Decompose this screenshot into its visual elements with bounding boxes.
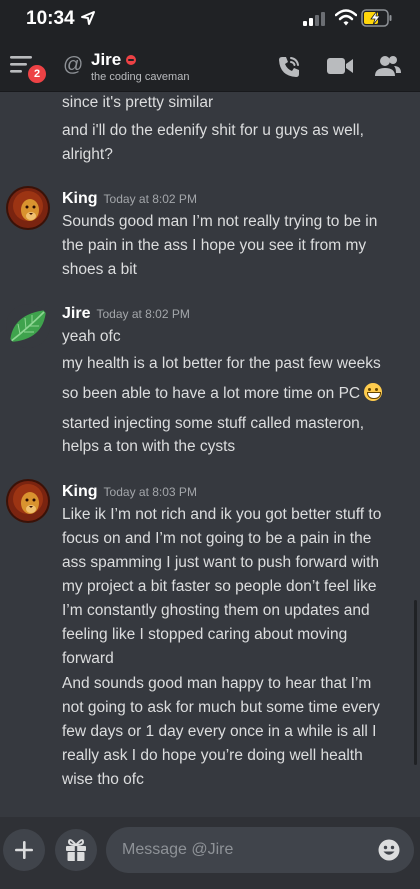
message-line: not going to ask for much but some time … <box>62 699 380 716</box>
author-name: Jire <box>62 305 91 322</box>
avatar[interactable] <box>6 479 50 523</box>
message-line: focus on and I’m not going to be a pain … <box>62 530 372 547</box>
attach-button[interactable] <box>3 829 45 871</box>
message-author[interactable]: King Today at 8:03 PM <box>62 483 197 501</box>
message-list[interactable]: since it's pretty similar and i'll do th… <box>0 92 420 817</box>
message-line: Like ik I’m not rich and ik you got bett… <box>62 506 382 523</box>
phone-call-icon[interactable] <box>276 54 302 80</box>
plus-icon <box>15 841 33 859</box>
lion-avatar-icon <box>6 479 50 523</box>
message-line: and i'll do the edenify shit for u guys … <box>62 122 364 139</box>
message-line: wise tho ofc <box>62 771 144 788</box>
message-author[interactable]: Jire Today at 8:02 PM <box>62 305 190 323</box>
status-bar: 10:34 <box>0 0 420 40</box>
message-line: And sounds good man happy to hear that I… <box>62 675 372 692</box>
message-line: helps a ton with the cysts <box>62 438 236 455</box>
dnd-status-indicator <box>126 55 136 65</box>
message-line: I’m constantly ghosting them on updates … <box>62 602 370 619</box>
avatar[interactable] <box>6 186 50 230</box>
message-line: my health is a lot better for the past f… <box>62 355 381 372</box>
message-timestamp: Today at 8:02 PM <box>103 192 197 206</box>
message-line: started injecting some stuff called mast… <box>62 415 365 432</box>
message-line: so been able to have a lot more time on … <box>62 382 383 406</box>
message-line: really ask I do hope you’re doing well h… <box>62 747 363 764</box>
channel-header: 2 @ Jire the coding caveman <box>0 40 420 92</box>
at-icon: @ <box>63 54 84 76</box>
leaf-avatar-icon <box>6 304 50 348</box>
message-line: few days or 1 day every once in a while … <box>62 723 377 740</box>
message-line: feeling like I stopped caring about movi… <box>62 626 348 643</box>
message-input[interactable]: Message @Jire <box>106 827 414 873</box>
message-input-placeholder: Message @Jire <box>122 841 234 858</box>
battery-charging-icon <box>361 9 392 27</box>
message-line: my project a bit faster so people don’t … <box>62 578 377 595</box>
cellular-signal-icon <box>303 12 325 26</box>
message-author[interactable]: King Today at 8:02 PM <box>62 190 197 208</box>
recipient-custom-status: the coding caveman <box>91 71 190 83</box>
avatar[interactable] <box>6 304 50 348</box>
wifi-icon <box>335 9 357 26</box>
message-line: shoes a bit <box>62 261 137 278</box>
location-arrow-icon <box>81 11 95 25</box>
status-time: 10:34 <box>26 8 75 29</box>
video-camera-icon[interactable] <box>326 56 354 76</box>
grinning-emoji-icon <box>364 383 383 401</box>
emoji-icon[interactable] <box>378 839 400 861</box>
composer-bar: Message @Jire <box>0 817 420 889</box>
unread-badge: 2 <box>26 63 48 85</box>
message-line: ass spamming I just want to push forward… <box>62 554 380 571</box>
message-timestamp: Today at 8:03 PM <box>103 485 197 499</box>
scrollbar[interactable] <box>414 600 417 765</box>
message-line: alright? <box>62 146 113 163</box>
author-name: King <box>62 483 98 500</box>
message-line: Sounds good man I’m not really trying to… <box>62 213 378 230</box>
author-name: King <box>62 190 98 207</box>
lion-avatar-icon <box>6 186 50 230</box>
message-line: forward <box>62 650 114 667</box>
message-timestamp: Today at 8:02 PM <box>96 307 190 321</box>
message-line: since it's pretty similar <box>62 94 214 111</box>
recipient-name[interactable]: Jire <box>91 50 121 70</box>
message-line: the pain in the ass I hope you see it fr… <box>62 237 367 254</box>
gift-icon <box>66 839 86 861</box>
message-text: so been able to have a lot more time on … <box>62 385 361 402</box>
members-icon[interactable] <box>374 54 402 80</box>
message-line: yeah ofc <box>62 328 121 345</box>
gift-button[interactable] <box>55 829 97 871</box>
